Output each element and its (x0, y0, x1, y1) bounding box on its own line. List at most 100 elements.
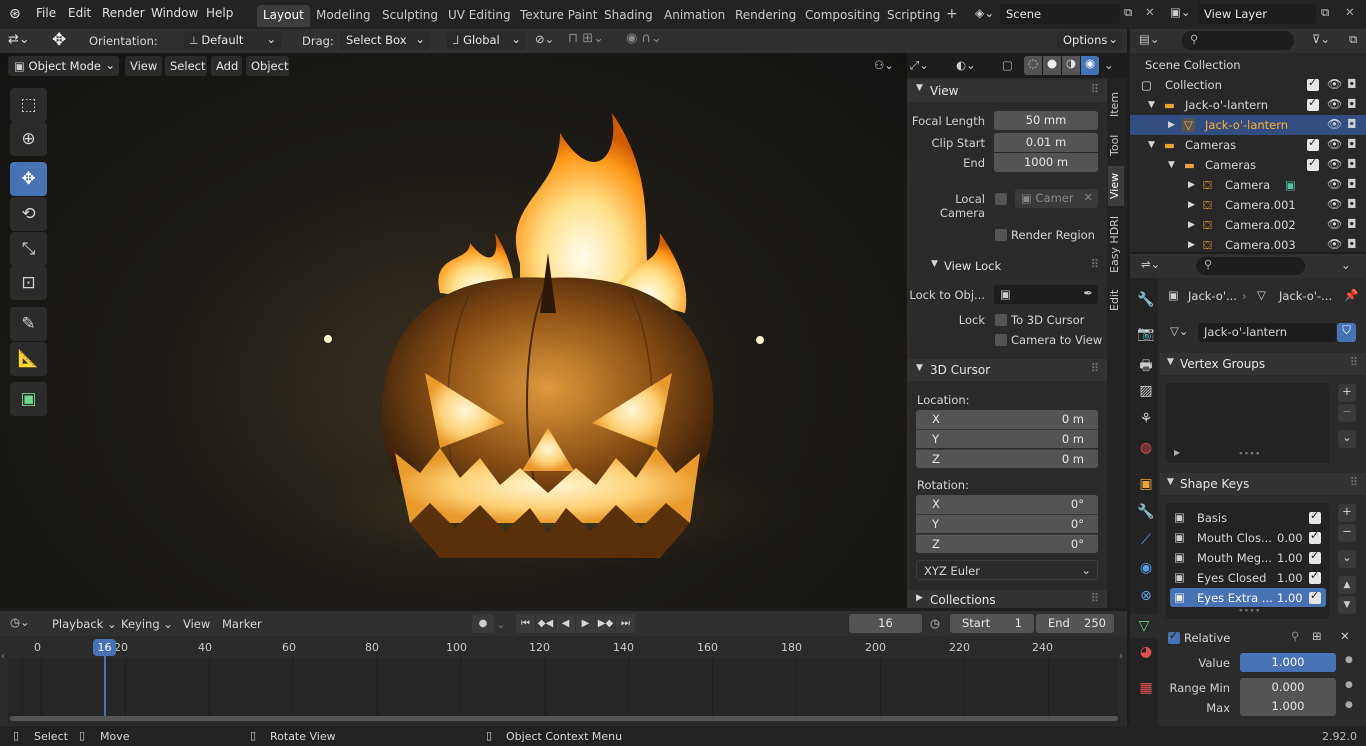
timeline-tracks[interactable] (8, 658, 1118, 716)
eye-icon[interactable]: 👁 (1327, 157, 1342, 171)
measure-tool[interactable]: 📐 (10, 342, 47, 376)
view-layer-icon[interactable]: ▣⌄ (1170, 5, 1191, 19)
particles-properties-icon[interactable]: ⟋ (1137, 532, 1155, 550)
view-layer-properties-icon[interactable]: ▨ (1137, 383, 1155, 401)
visibility-icon[interactable]: ⚇⌄ (874, 58, 894, 72)
remove-shape-key-button[interactable]: − (1338, 524, 1356, 542)
constraints-properties-icon[interactable]: ⊗ (1137, 588, 1155, 606)
next-keyframe-icon[interactable]: ▶◆ (596, 614, 615, 633)
vertex-groups-list[interactable]: ▶ ∙∙∙∙ (1166, 383, 1329, 463)
exclude-checkbox[interactable] (1307, 156, 1319, 171)
tab-texture-paint[interactable]: Texture Paint (514, 5, 603, 27)
focal-length-field[interactable]: 50 mm (994, 111, 1098, 130)
timeline-scrollbar[interactable] (10, 716, 1118, 721)
chevron-left-icon[interactable]: ‹ (1, 651, 5, 662)
tab-tool[interactable]: Tool (1108, 130, 1124, 160)
add-cube-tool[interactable]: ▣ (10, 382, 47, 416)
shape-key-item[interactable]: ▣ Mouth Clos... 0.00 (1170, 528, 1326, 547)
value-slider[interactable]: 1.000 (1240, 653, 1336, 672)
max-field[interactable]: 1.000 (1240, 697, 1336, 716)
chevron-right-icon[interactable]: › (1119, 651, 1123, 662)
shape-key-item[interactable]: ▣ Mouth Meg... 1.00 (1170, 548, 1326, 567)
blender-logo-icon[interactable]: ⊛ (9, 6, 21, 22)
shape-key-mute-checkbox[interactable] (1309, 529, 1321, 544)
view-layer-copy-icon[interactable]: ⧉ (1321, 5, 1329, 20)
lock-to-object-field[interactable]: ▣ ✒ (994, 285, 1098, 304)
transform-orientation-dropdown[interactable]: ⅃ Global ⌄ (447, 31, 525, 50)
fake-user-icon[interactable]: ⛉ (1337, 323, 1356, 342)
clip-end-field[interactable]: 1000 m (994, 153, 1098, 172)
tab-uv-editing[interactable]: UV Editing (442, 5, 517, 27)
outliner-row[interactable]: ▶ ⛋ Camera ▣ 👁 ◘ (1130, 175, 1366, 195)
resize-grip-icon[interactable]: ∙∙∙∙ (1238, 606, 1261, 616)
3d-viewport[interactable] (0, 53, 907, 608)
lock-3d-cursor-checkbox[interactable] (995, 314, 1007, 326)
shape-key-mute-checkbox[interactable] (1309, 509, 1321, 524)
end-frame-field[interactable]: End 250 (1036, 614, 1114, 633)
play-icon[interactable]: ▶ (576, 614, 595, 633)
render-properties-icon[interactable]: 📷 (1137, 326, 1155, 344)
rotation-y-field[interactable]: Y 0° (916, 514, 1098, 533)
local-camera-checkbox[interactable] (995, 193, 1007, 205)
tab-layout[interactable]: Layout (257, 5, 310, 27)
timeline-editor-type-icon[interactable]: ◷⌄ (10, 615, 30, 629)
rotation-z-field[interactable]: Z 0° (916, 534, 1098, 553)
view-layer-close-icon[interactable]: ✕ (1345, 5, 1355, 19)
drag-handle-icon[interactable]: ⠿ (1091, 361, 1099, 375)
eye-icon[interactable]: 👁 (1327, 117, 1342, 131)
viewport-menu-view[interactable]: View (125, 56, 162, 76)
eyedropper-icon[interactable]: ✒ (1083, 286, 1093, 300)
collections-section-header[interactable]: ▶ Collections ⠿ (907, 590, 1107, 608)
add-shape-key-button[interactable]: + (1338, 504, 1356, 522)
viewport-menu-select[interactable]: Select (165, 56, 207, 76)
properties-search-input[interactable]: ⚲ (1196, 257, 1305, 275)
proportional-edit-icon[interactable]: ◉ ∩⌄ (626, 31, 662, 46)
data-properties-icon[interactable]: ▽ (1130, 614, 1158, 638)
options-dropdown[interactable]: Options ⌄ (1057, 31, 1122, 50)
annotate-tool[interactable]: ✎ (10, 307, 47, 341)
outliner-row[interactable]: ▶ ⛋ Camera.001 👁 ◘ (1130, 195, 1366, 215)
orientation-dropdown[interactable]: ⟂ Default ⌄ (184, 31, 281, 50)
eye-icon[interactable]: 👁 (1327, 237, 1342, 251)
render-camera-icon[interactable]: ◘ (1347, 197, 1357, 211)
jump-end-icon[interactable]: ⏭ (616, 614, 635, 633)
render-camera-icon[interactable]: ◘ (1347, 177, 1357, 191)
properties-editor-type-icon[interactable]: ⇌⌄ (1141, 257, 1160, 271)
exclude-checkbox[interactable] (1307, 76, 1319, 91)
render-camera-icon[interactable]: ◘ (1347, 117, 1357, 131)
transform-tool[interactable]: ⊡ (10, 266, 47, 300)
gizmo-icon[interactable]: ⤢⌄ (910, 58, 929, 73)
shape-key-pin-icon[interactable]: ⚲ (1291, 629, 1299, 643)
clear-shape-keys-icon[interactable]: ✕ (1340, 629, 1350, 643)
viewport-menu-object[interactable]: Object (246, 56, 289, 76)
scene-close-icon[interactable]: ✕ (1145, 5, 1155, 19)
shape-key-edit-mode-icon[interactable]: ⊞ (1312, 629, 1322, 643)
play-reverse-icon[interactable]: ◀ (556, 614, 575, 633)
keyframe-dot-icon[interactable]: ● (1345, 680, 1353, 690)
properties-options-icon[interactable]: ⌄ (1341, 258, 1351, 272)
shading-wireframe-icon[interactable]: ◌ (1024, 56, 1042, 75)
scene-properties-icon[interactable]: ⚘ (1137, 411, 1155, 429)
view-lock-subheader[interactable]: ▼ View Lock ⠿ (907, 256, 1107, 276)
outliner-row[interactable]: ▼ ▬ Cameras 👁 ◘ (1130, 155, 1366, 175)
scene-copy-icon[interactable]: ⧉ (1124, 5, 1132, 20)
location-y-field[interactable]: Y 0 m (916, 429, 1098, 448)
eye-icon[interactable]: 👁 (1327, 217, 1342, 231)
timeline-menu-view[interactable]: View (183, 617, 210, 631)
viewport-menu-add[interactable]: Add (211, 56, 242, 76)
tab-scripting[interactable]: Scripting (881, 5, 946, 27)
rotation-x-field[interactable]: X 0° (916, 495, 1098, 514)
shading-rendered-icon[interactable]: ◉ (1081, 56, 1099, 75)
shape-key-mute-checkbox[interactable] (1309, 549, 1321, 564)
menu-file[interactable]: File (36, 6, 56, 20)
physics-properties-icon[interactable]: ◉ (1137, 560, 1155, 578)
add-workspace-button[interactable]: + (940, 3, 964, 25)
rotate-tool[interactable]: ⟲ (10, 197, 47, 231)
menu-window[interactable]: Window (151, 6, 198, 20)
shading-options-icon[interactable]: ⌄ (1104, 58, 1114, 72)
pivot-point-icon[interactable]: ⊘⌄ (535, 32, 554, 46)
move-tool[interactable]: ✥ (10, 162, 47, 196)
playhead-frame-indicator[interactable]: 16 (93, 639, 116, 656)
outliner-row[interactable]: ▼ ▬ Jack-o'-lantern 👁 ◘ (1130, 95, 1366, 115)
tab-item[interactable]: Item (1108, 86, 1124, 122)
